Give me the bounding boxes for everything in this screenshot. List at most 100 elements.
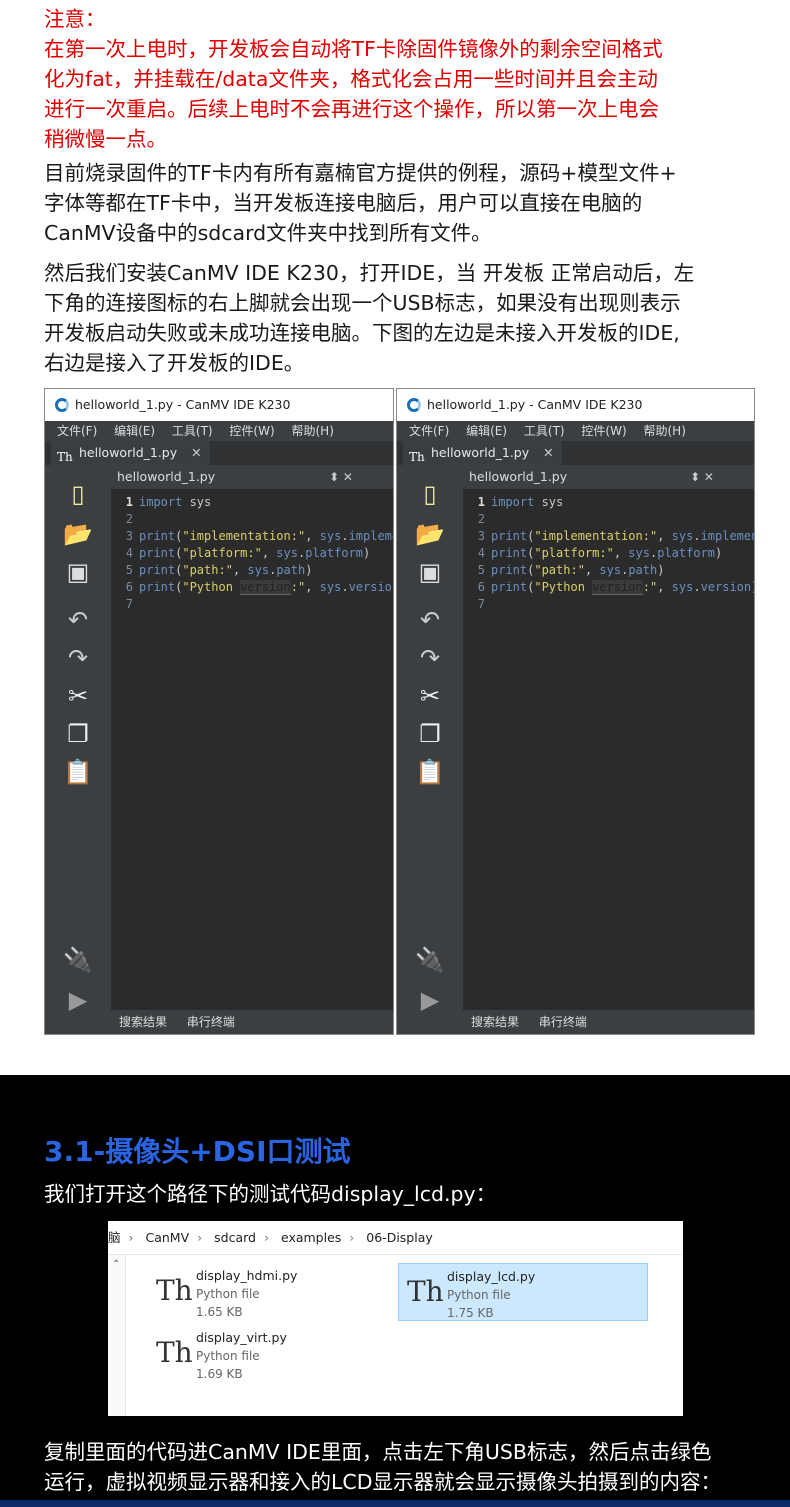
menu-widgets[interactable]: 控件(W) [581, 424, 626, 438]
section-title: 3.1-摄像头+DSI口测试 [44, 1135, 351, 1168]
search-results-tab[interactable]: 搜索结果 [119, 1015, 167, 1029]
run-icon[interactable]: ▶ [413, 985, 447, 1015]
code-line: 4 print("platform:", sys.platform) [463, 545, 754, 562]
section-outro-line: 复制里面的代码进CanMV IDE里面，点击左下角USB标志，然后点击绿色 [44, 1440, 712, 1464]
menu-help[interactable]: 帮助(H) [291, 424, 333, 438]
file-item-display-lcd[interactable]: Th display_lcd.py Python file 1.75 KB [398, 1263, 648, 1321]
paragraph-line: 字体等都在TF卡中，当开发板连接电脑后，用户可以直接在电脑的 [44, 191, 643, 215]
editor-tab-label: helloworld_1.py [79, 445, 178, 460]
code-token: , [261, 546, 277, 560]
save-icon[interactable]: ▣ [61, 557, 95, 587]
scrollbar[interactable]: ⌃ [108, 1255, 126, 1416]
close-tab-icon[interactable]: ✕ [191, 445, 201, 460]
new-file-icon[interactable]: ▯ [413, 479, 447, 509]
file-size: 1.69 KB [196, 1367, 243, 1381]
menu-edit[interactable]: 编辑(E) [466, 424, 507, 438]
menu-edit[interactable]: 编辑(E) [114, 424, 155, 438]
redo-icon[interactable]: ↷ [413, 643, 447, 673]
code-line: 6print("Python version:", sys.version) [463, 579, 754, 596]
code-token: "path:" [534, 563, 585, 577]
code-token: "platform:" [182, 546, 262, 560]
code-token: "path:" [182, 563, 233, 577]
undo-icon[interactable]: ↶ [61, 605, 95, 635]
editor-tab-row: Th helloworld_1.py ✕ [45, 441, 393, 465]
serial-terminal-tab[interactable]: 串行终端 [539, 1015, 587, 1029]
ide-title-bar: helloworld_1.py - CanMV IDE K230 [397, 389, 754, 421]
code-token: print [491, 580, 528, 594]
file-item-display-virt[interactable]: Th display_virt.py Python file 1.69 KB [148, 1325, 398, 1383]
editor-tab[interactable]: Th helloworld_1.py ✕ [403, 441, 562, 465]
paragraph-line: 开发板启动失败或未成功连接电脑。下图的左边是未接入开发板的IDE, [44, 321, 680, 345]
file-header-controls[interactable]: ⬍ ✕ [690, 465, 714, 489]
serial-terminal-tab[interactable]: 串行终端 [187, 1015, 235, 1029]
connect-icon[interactable]: 🔌 [413, 945, 447, 975]
menu-tools[interactable]: 工具(T) [172, 424, 213, 438]
paragraph-line: CanMV设备中的sdcard文件夹中找到所有文件。 [44, 221, 492, 245]
undo-icon[interactable]: ↶ [413, 605, 447, 635]
line-number: 2 [477, 512, 485, 526]
code-token: ) [715, 546, 723, 560]
breadcrumb-item[interactable]: 脑 [108, 1230, 121, 1245]
breadcrumb-item[interactable]: 06-Display [366, 1230, 433, 1245]
file-item-display-hdmi[interactable]: Th display_hdmi.py Python file 1.65 KB [148, 1263, 398, 1321]
menu-tools[interactable]: 工具(T) [524, 424, 565, 438]
redo-icon[interactable]: ↷ [61, 643, 95, 673]
line-number: 4 [125, 546, 133, 560]
line-number: 5 [125, 563, 133, 577]
menu-widgets[interactable]: 控件(W) [229, 424, 274, 438]
line-number: 1 [125, 495, 133, 509]
paste-icon[interactable]: 📋 [413, 757, 447, 787]
code-token: "implementation:" [534, 529, 658, 543]
cut-icon[interactable]: ✂ [413, 681, 447, 711]
new-file-icon[interactable]: ▯ [61, 479, 95, 509]
code-line: 1 import sys [463, 494, 754, 511]
line-number: 7 [477, 597, 485, 611]
cut-icon[interactable]: ✂ [61, 681, 95, 711]
close-tab-icon[interactable]: ✕ [543, 445, 553, 460]
note-line: 在第一次上电时，开发板会自动将TF卡除固件镜像外的剩余空间格式 [44, 37, 663, 61]
search-results-tab[interactable]: 搜索结果 [471, 1015, 519, 1029]
canmv-app-icon [407, 398, 421, 412]
file-explorer: 脑 › CanMV › sdcard › examples › 06-Display ⌃… [108, 1221, 683, 1416]
file-header: helloworld_1.py ⬍ ✕ [463, 465, 754, 489]
save-icon[interactable]: ▣ [413, 557, 447, 587]
open-folder-icon[interactable]: 📂 [413, 519, 447, 549]
editor-tab[interactable]: Th helloworld_1.py ✕ [51, 441, 210, 465]
code-line: 7 [463, 596, 754, 613]
code-token: version [240, 580, 291, 595]
section-intro: 我们打开这个路径下的测试代码display_lcd.py： [44, 1182, 497, 1206]
code-token: ) [363, 546, 371, 560]
breadcrumb-item[interactable]: examples [281, 1230, 341, 1245]
connect-icon[interactable]: 🔌 [61, 945, 95, 975]
menu-file[interactable]: 文件(F) [57, 424, 97, 438]
copy-icon[interactable]: ❐ [413, 719, 447, 749]
python-file-icon: Th [156, 1274, 193, 1307]
run-icon[interactable]: ▶ [61, 985, 95, 1015]
code-token: sys [276, 546, 298, 560]
tf-card-paragraph: 目前烧录固件的TF卡内有所有嘉楠官方提供的例程，源码+模型文件+ 字体等都在TF… [44, 158, 764, 248]
menu-help[interactable]: 帮助(H) [643, 424, 685, 438]
code-token: version [700, 580, 752, 594]
copy-icon[interactable]: ❐ [61, 719, 95, 749]
code-line: 4 print("platform:", sys.platform) [111, 545, 393, 562]
chevron-up-icon[interactable]: ⌃ [112, 1259, 120, 1270]
line-number: 6 [125, 580, 133, 594]
open-folder-icon[interactable]: 📂 [61, 519, 95, 549]
code-editor[interactable]: 1 import sys 2 3 print("implementation:", sy… [111, 489, 393, 1010]
note-line: 化为fat，并挂载在/data文件夹，格式化会占用一些时间并且会主动 [44, 67, 658, 91]
ide-menu-bar: 文件(F) 编辑(E) 工具(T) 控件(W) 帮助(H) [397, 421, 754, 441]
section-outro-line: 运行，虚拟视频显示器和接入的LCD显示器就会显示摄像头拍摄到的内容： [44, 1470, 722, 1494]
code-token: sys [319, 580, 342, 594]
paragraph-line: 右边是接入了开发板的IDE。 [44, 351, 305, 375]
line-number: 3 [125, 529, 133, 543]
breadcrumb-item[interactable]: sdcard [214, 1230, 256, 1245]
paste-icon[interactable]: 📋 [61, 757, 95, 787]
code-token: platform [657, 546, 716, 560]
code-editor[interactable]: 1 import sys 2 3 print("implementation:", sy… [463, 489, 754, 1010]
breadcrumb-item[interactable]: CanMV [146, 1230, 190, 1245]
code-line: 1 import sys [111, 494, 393, 511]
code-token: ) [305, 563, 313, 577]
line-number: 1 [477, 495, 485, 509]
menu-file[interactable]: 文件(F) [409, 424, 449, 438]
file-header-controls[interactable]: ⬍ ✕ [329, 465, 353, 489]
